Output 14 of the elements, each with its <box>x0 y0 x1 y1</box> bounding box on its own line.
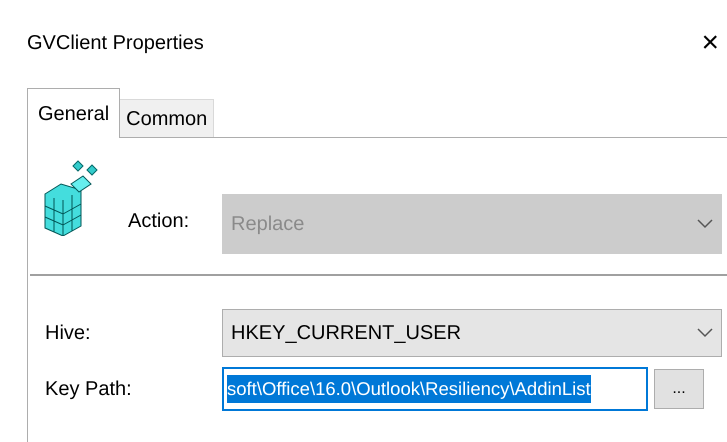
close-button[interactable]: × <box>701 28 719 58</box>
browse-button[interactable]: ... <box>654 369 704 409</box>
dropdown-value: Replace <box>231 212 304 237</box>
tab[interactable]: General <box>27 88 120 138</box>
chevron-down-icon <box>697 219 713 229</box>
chevron-down-icon <box>697 328 713 338</box>
hive-label: Hive: <box>45 321 92 346</box>
dropdown-value: HKEY_CURRENT_USER <box>231 321 462 346</box>
window-title: GVClient Properties <box>27 30 204 56</box>
dropdown[interactable]: HKEY_CURRENT_USER <box>222 309 722 357</box>
key-path-label: Key Path: <box>45 377 133 402</box>
action-label: Action: <box>128 209 190 234</box>
key-path-field[interactable]: soft\Office\16.0\Outlook\Resiliency\AddinList <box>222 367 648 411</box>
tab[interactable]: Common <box>120 99 214 137</box>
